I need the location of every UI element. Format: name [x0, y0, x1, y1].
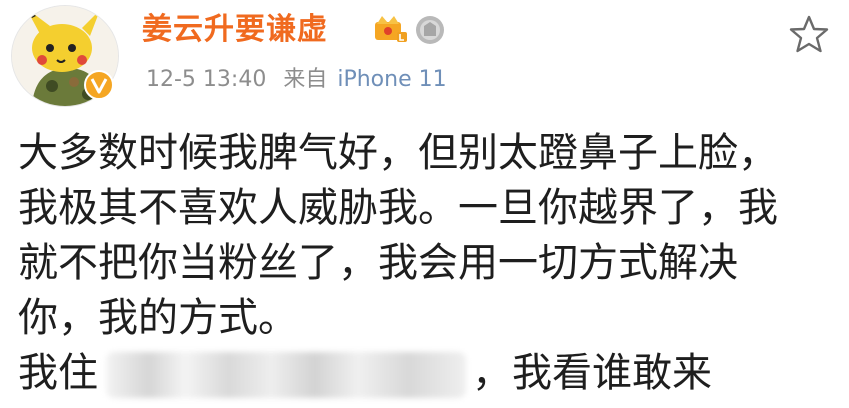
crown-vip-icon[interactable]: [373, 12, 407, 46]
device-source[interactable]: iPhone 11: [337, 67, 446, 92]
post-time: 12-5 13:40: [146, 67, 267, 92]
post-line-2: 我极其不喜欢人威胁我。一旦你越界了，我: [18, 185, 778, 231]
redacted-blur: [106, 352, 466, 398]
post-line-5: 我住 ，我看谁敢来: [18, 346, 834, 401]
line-5-start: 我住: [18, 350, 98, 396]
verified-v-icon: [84, 70, 114, 100]
weibo-post: 姜云升要谦虚 12-5 13:40 来自 iPhone 11 大多数时候我脾气好，…: [0, 0, 849, 408]
username[interactable]: 姜云升要谦虚: [142, 10, 328, 50]
user-badges: [373, 12, 447, 46]
post-line-4: 你，我的方式。: [18, 295, 298, 341]
post-content: 大多数时候我脾气好，但别太蹬鼻子上脸， 我极其不喜欢人威胁我。一旦你越界了，我 …: [18, 126, 834, 401]
source-label: 来自: [283, 67, 328, 92]
medal-icon[interactable]: [413, 12, 447, 46]
line-5-end: ，我看谁敢来: [472, 350, 712, 396]
star-outline-icon[interactable]: [789, 14, 829, 54]
post-line-1: 大多数时候我脾气好，但别太蹬鼻子上脸，: [18, 130, 778, 176]
post-line-3: 就不把你当粉丝了，我会用一切方式解决: [18, 240, 738, 286]
post-meta: 12-5 13:40 来自 iPhone 11: [146, 64, 457, 96]
